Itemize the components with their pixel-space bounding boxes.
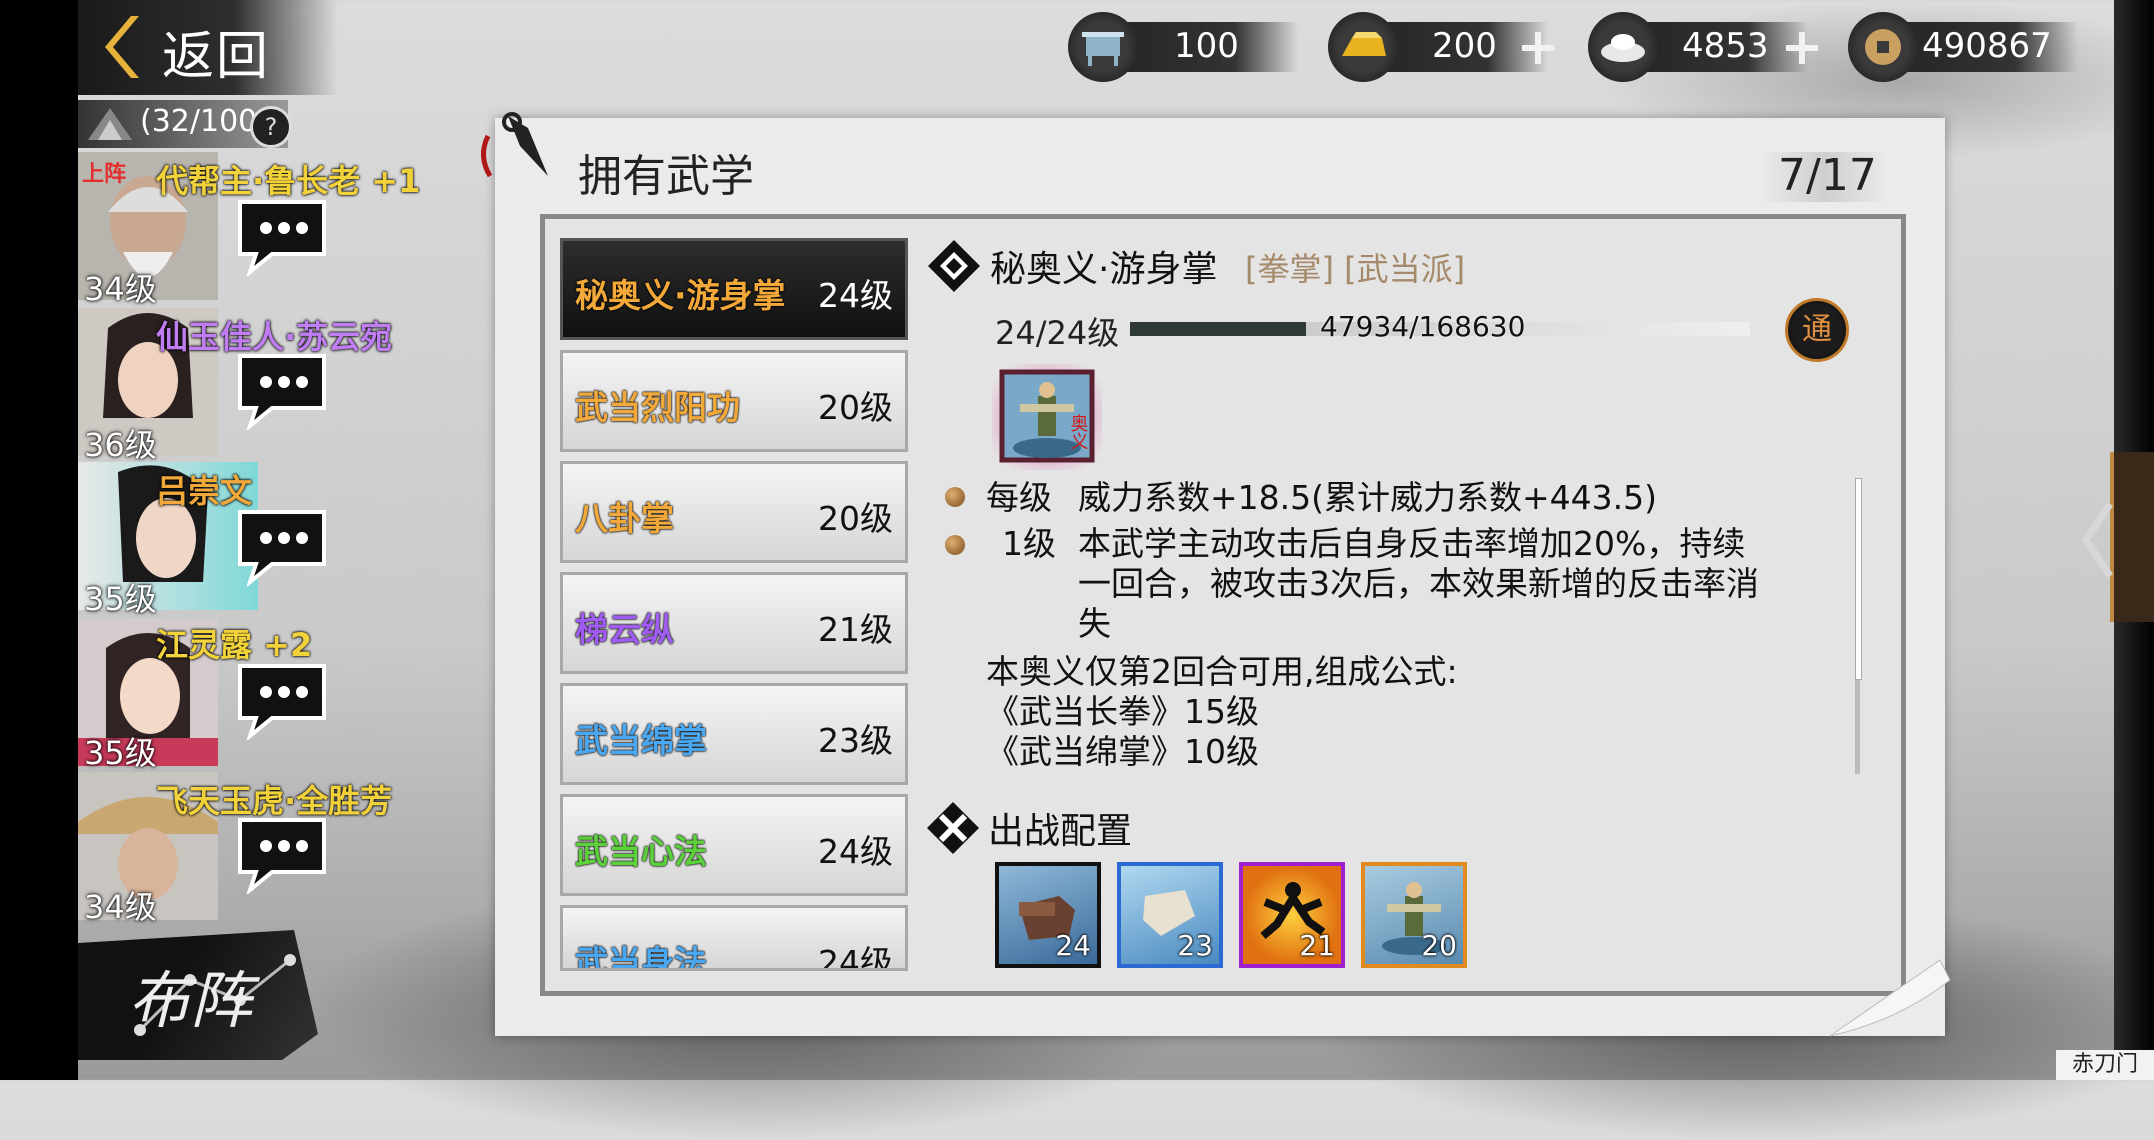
- hero-level: 35级: [84, 734, 157, 772]
- add-gold-icon[interactable]: [1520, 30, 1556, 66]
- skill-list-item[interactable]: 武当绵掌 23级: [560, 683, 908, 785]
- skill-level: 21级: [818, 610, 893, 649]
- skill-counter: 7/17: [1778, 150, 1877, 201]
- roster-count: (32/100: [140, 104, 258, 139]
- skill-level: 24级: [818, 943, 893, 971]
- skill-detail-level: 24/24级: [995, 314, 1120, 352]
- chat-bubble-icon[interactable]: [232, 196, 332, 276]
- currency-value: 100: [1174, 26, 1239, 66]
- skill-level: 23级: [818, 721, 893, 760]
- battle-skill-level: 21: [1299, 929, 1335, 962]
- panel-title: 拥有武学: [578, 151, 754, 202]
- chat-bubble-icon[interactable]: [232, 814, 332, 894]
- skill-level: 20级: [818, 388, 893, 427]
- hero-level: 34级: [84, 270, 157, 308]
- skill-name: 梯云纵: [575, 610, 674, 649]
- battle-skill-slot[interactable]: 24: [995, 862, 1101, 968]
- diamond-bullet-icon: [928, 240, 980, 292]
- corner-tag: 赤刀门: [2056, 1050, 2154, 1080]
- chat-bubble-icon[interactable]: [232, 506, 332, 586]
- hero-level: 34级: [84, 888, 157, 926]
- detail-row-text: 失: [1078, 604, 1111, 643]
- currency-cauldron[interactable]: 100: [1068, 12, 1298, 82]
- chat-bubble-icon[interactable]: [232, 660, 332, 740]
- skill-icon-tag: 奥义: [1068, 414, 1089, 450]
- detail-row-text: 一回合，被攻击3次后，本效果新增的反击率消: [1078, 564, 1759, 603]
- skill-level: 20级: [818, 499, 893, 538]
- onfield-tag: 上阵: [82, 162, 127, 187]
- battle-skill-slot[interactable]: 23: [1117, 862, 1223, 968]
- skill-icon[interactable]: 奥义: [992, 364, 1102, 470]
- skill-name: 秘奥义·游身掌: [575, 276, 786, 315]
- left-letterbox: [0, 0, 78, 1080]
- chevron-left-icon[interactable]: [105, 12, 145, 82]
- skill-detail-tags: [拳掌] [武当派]: [1245, 250, 1466, 288]
- help-icon[interactable]: ?: [250, 106, 292, 148]
- hero-level: 36级: [84, 426, 157, 464]
- battle-skill-level: 20: [1421, 929, 1457, 962]
- skill-list-item[interactable]: 八卦掌 20级: [560, 461, 908, 563]
- page-curl: [1829, 959, 1951, 1037]
- silver-ingot-icon: [1588, 12, 1658, 82]
- detail-row-label: 每级: [986, 478, 1052, 517]
- currency-value: 200: [1432, 26, 1497, 66]
- currency-silver[interactable]: 4853: [1588, 12, 1828, 82]
- battle-skill-slot[interactable]: 21: [1239, 862, 1345, 968]
- currency-gold[interactable]: 200: [1328, 12, 1568, 82]
- crossed-swords-icon: [927, 802, 979, 854]
- detail-note: 本奥义仅第2回合可用,组成公式:: [986, 652, 1458, 691]
- bullet-icon: [945, 535, 965, 555]
- detail-row-label: 1级: [1002, 524, 1056, 563]
- battle-skill-level: 24: [1055, 929, 1091, 962]
- bullet-icon: [945, 487, 965, 507]
- coin-icon: [1848, 12, 1918, 82]
- skill-list-item[interactable]: 武当身法 24级: [560, 905, 908, 971]
- skill-name: 武当身法: [575, 943, 707, 971]
- skill-level: 24级: [818, 276, 893, 315]
- dart-icon: [481, 112, 548, 178]
- helmet-icon: [88, 108, 132, 140]
- skill-detail-title: 秘奥义·游身掌: [990, 249, 1218, 290]
- currency-value: 490867: [1922, 26, 2052, 66]
- hero-level: 35级: [84, 580, 157, 618]
- tong-badge[interactable]: 通: [1785, 298, 1849, 362]
- skill-name: 武当心法: [575, 832, 707, 871]
- skill-name: 武当绵掌: [575, 721, 707, 760]
- detail-note: 《武当长拳》15级: [986, 692, 1259, 731]
- detail-note: 《武当绵掌》10级: [986, 732, 1259, 771]
- skill-name: 八卦掌: [575, 499, 674, 538]
- side-tab[interactable]: [2110, 452, 2154, 622]
- currency-value: 4853: [1682, 26, 1769, 66]
- skill-list-item[interactable]: 武当烈阳功 20级: [560, 350, 908, 452]
- skill-list-item[interactable]: 武当心法 24级: [560, 794, 908, 896]
- add-silver-icon[interactable]: [1784, 30, 1820, 66]
- chat-bubble-icon[interactable]: [232, 350, 332, 430]
- skill-level: 24级: [818, 832, 893, 871]
- scrollbar-thumb[interactable]: [1855, 478, 1862, 680]
- gold-ingot-icon: [1328, 12, 1398, 82]
- back-label[interactable]: 返回: [162, 14, 270, 89]
- skill-name: 武当烈阳功: [575, 388, 740, 427]
- battle-skill-level: 23: [1177, 929, 1213, 962]
- cauldron-icon: [1068, 12, 1138, 82]
- battle-config-title: 出战配置: [988, 811, 1133, 852]
- detail-row-text: 威力系数+18.5(累计威力系数+443.5): [1078, 478, 1657, 517]
- detail-row-text: 本武学主动攻击后自身反击率增加20%，持续: [1078, 524, 1746, 563]
- currency-coin[interactable]: 490867: [1848, 12, 2088, 82]
- formation-label[interactable]: 布阵: [128, 950, 252, 1040]
- skill-list-item[interactable]: 秘奥义·游身掌 24级: [560, 238, 908, 340]
- xp-text: 47934/168630: [1320, 310, 1526, 343]
- battle-skill-slot[interactable]: 20: [1361, 862, 1467, 968]
- skill-list-item[interactable]: 梯云纵 21级: [560, 572, 908, 674]
- chevron-left-icon[interactable]: [2080, 500, 2114, 580]
- xp-bar-fill: [1130, 322, 1307, 336]
